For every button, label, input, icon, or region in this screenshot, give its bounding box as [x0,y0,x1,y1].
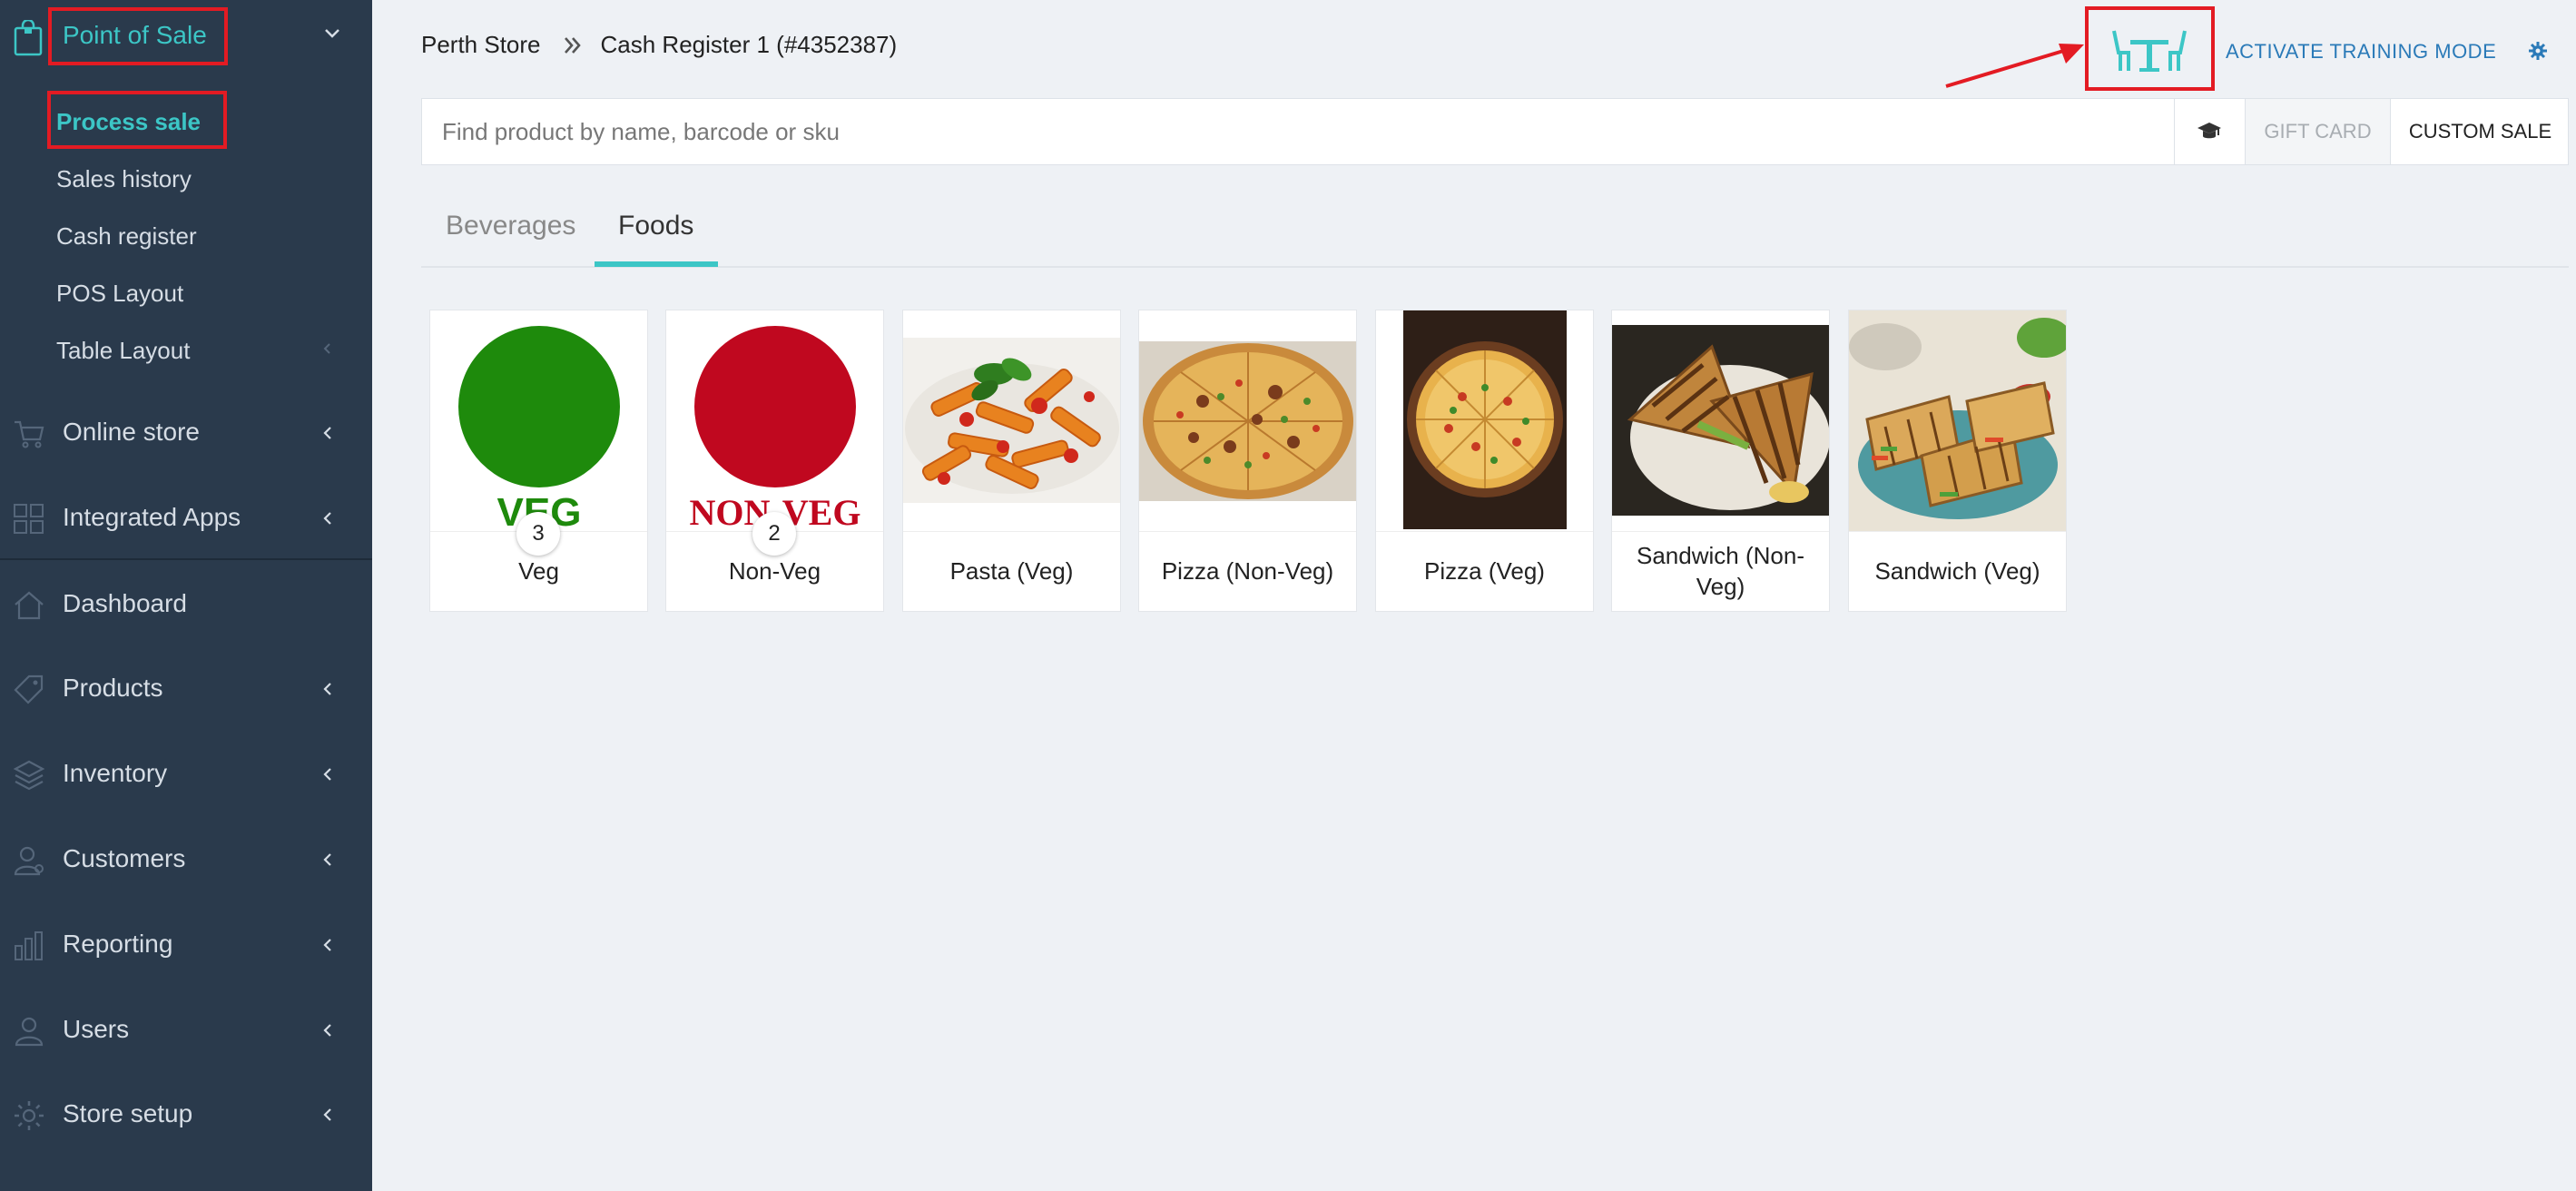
chevron-down-icon [325,29,339,38]
sidebar-item-label: Dashboard [63,589,187,617]
sidebar-item-label: Customers [63,844,186,872]
product-card-sandwich-veg[interactable]: Sandwich (Veg) [1848,310,2067,612]
cart-icon [15,420,44,448]
product-card-pizza-veg[interactable]: Pizza (Veg) [1375,310,1594,612]
training-cap-button[interactable] [2174,99,2245,164]
tab-beverages[interactable]: Beverages [446,211,575,241]
sidebar-item-customers[interactable]: Customers [0,817,372,899]
sidebar-item-pos-layout[interactable]: POS Layout [56,280,183,308]
sidebar-item-online-store[interactable]: Online store [0,390,372,472]
sidebar-item-products[interactable]: Products [0,646,372,728]
sidebar-item-inventory[interactable]: Inventory [0,732,372,813]
product-card-pizza-non-veg[interactable]: Pizza (Non-Veg) [1138,310,1357,612]
chevron-left-icon [323,1108,331,1121]
chevron-left-icon [323,427,331,439]
non-veg-image: NON-VEG [666,310,883,531]
activate-training-mode-link[interactable]: ACTIVATE TRAINING MODE [2226,40,2496,64]
pasta-image [903,310,1120,531]
tabs-divider [421,266,2569,268]
sidebar-item-dashboard[interactable]: Dashboard [0,562,372,644]
sidebar-item-point-of-sale[interactable]: Point of Sale [0,0,372,73]
sidebar-item-store-setup[interactable]: Store setup [0,1072,372,1154]
veg-image: VEG [430,310,647,531]
count-badge: 3 [516,512,560,556]
chevron-left-icon [323,343,330,354]
annotation-arrow [1945,44,2084,88]
chevron-left-icon [323,853,331,866]
sidebar-item-sales-history[interactable]: Sales history [56,165,192,193]
sidebar-item-label: Users [63,1015,130,1043]
product-name: Pizza (Non-Veg) [1139,531,1356,611]
point-of-sale-label: Point of Sale [63,21,207,49]
grid-icon [14,504,44,534]
sidebar-item-label: Integrated Apps [63,503,241,531]
user-icon [15,1017,44,1047]
sidebar-item-label: Online store [63,418,200,446]
breadcrumb-store[interactable]: Perth Store [421,31,541,59]
settings-gear-icon[interactable] [2527,40,2549,62]
tag-icon [14,674,44,704]
graduation-cap-icon [2197,123,2221,139]
double-chevron-right-icon [564,36,581,54]
count-badge: 2 [752,512,796,556]
custom-sale-button[interactable]: CUSTOM SALE [2390,99,2570,164]
sidebar-item-users[interactable]: Users [0,988,372,1069]
gear-icon [15,1101,44,1130]
sidebar-item-process-sale[interactable]: Process sale [56,108,201,136]
chevron-left-icon [323,512,331,525]
product-name: Pasta (Veg) [903,531,1120,611]
sidebar: Point of Sale Process sale Sales history… [0,0,372,1191]
product-name: Sandwich (Non-Veg) [1612,531,1829,611]
gift-card-button[interactable]: GIFT CARD [2245,99,2390,164]
sidebar-item-label: Inventory [63,759,168,787]
sandwich-veg-image [1849,310,2066,531]
product-card-non-veg[interactable]: NON-VEG 2 Non-Veg [665,310,884,612]
product-name: Pizza (Veg) [1376,531,1593,611]
tab-foods[interactable]: Foods [618,211,693,241]
product-card-pasta-veg[interactable]: Pasta (Veg) [902,310,1121,612]
person-icon [14,846,44,876]
product-search-input[interactable] [422,99,2174,164]
table-chairs-icon[interactable] [2110,27,2188,74]
shopping-bag-icon [14,20,43,56]
product-card-sandwich-non-veg[interactable]: Sandwich (Non-Veg) [1611,310,1830,612]
sidebar-item-integrated-apps[interactable]: Integrated Apps [0,476,372,557]
layers-icon [13,760,45,791]
pizza-veg-image [1376,310,1593,531]
sidebar-item-reporting[interactable]: Reporting [0,902,372,984]
sidebar-item-cash-register[interactable]: Cash register [56,222,197,251]
sandwich-non-veg-image [1612,310,1829,531]
sidebar-item-label: Store setup [63,1099,193,1127]
chevron-left-icon [323,768,331,781]
chevron-left-icon [323,1024,331,1037]
chevron-left-icon [323,683,331,695]
product-card-veg[interactable]: VEG 3 Veg [429,310,648,612]
chevron-left-icon [323,939,331,951]
breadcrumb: Perth Store Cash Register 1 (#4352387) [421,31,897,59]
sidebar-item-label: Reporting [63,930,173,958]
breadcrumb-register[interactable]: Cash Register 1 (#4352387) [601,31,898,59]
active-tab-indicator [595,261,718,267]
product-name: Sandwich (Veg) [1849,531,2066,611]
sidebar-item-table-layout[interactable]: Table Layout [56,337,190,365]
search-bar: GIFT CARD CUSTOM SALE [421,98,2569,165]
home-icon [15,591,44,620]
sidebar-item-label: Products [63,674,163,702]
bar-chart-icon [15,931,43,960]
pizza-non-veg-image [1139,310,1356,531]
sidebar-divider [0,558,372,560]
